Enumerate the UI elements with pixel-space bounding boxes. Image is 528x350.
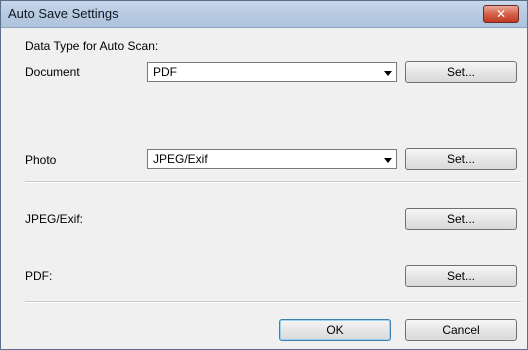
close-icon: ✕ bbox=[495, 7, 507, 21]
document-label: Document bbox=[25, 65, 80, 79]
pdf-label: PDF: bbox=[25, 269, 53, 283]
document-type-select[interactable]: PDF bbox=[147, 62, 397, 82]
title-bar[interactable]: Auto Save Settings ✕ bbox=[1, 1, 527, 28]
separator bbox=[25, 301, 521, 303]
pdf-set-button[interactable]: Set... bbox=[405, 265, 517, 287]
ok-button[interactable]: OK bbox=[279, 319, 391, 341]
dropdown-arrow-icon bbox=[384, 71, 392, 76]
photo-set-button[interactable]: Set... bbox=[405, 148, 517, 170]
document-type-value: PDF bbox=[153, 65, 177, 79]
document-set-button[interactable]: Set... bbox=[405, 61, 517, 83]
auto-save-settings-dialog: Auto Save Settings ✕ Data Type for Auto … bbox=[0, 0, 528, 350]
dialog-title: Auto Save Settings bbox=[8, 6, 119, 21]
photo-type-select[interactable]: JPEG/Exif bbox=[147, 149, 397, 169]
close-button[interactable]: ✕ bbox=[483, 5, 519, 23]
photo-type-value: JPEG/Exif bbox=[153, 152, 208, 166]
jpeg-exif-label: JPEG/Exif: bbox=[25, 212, 84, 226]
jpeg-exif-set-button[interactable]: Set... bbox=[405, 208, 517, 230]
photo-label: Photo bbox=[25, 153, 57, 167]
cancel-button[interactable]: Cancel bbox=[405, 319, 517, 341]
dropdown-arrow-icon bbox=[384, 158, 392, 163]
data-type-header: Data Type for Auto Scan: bbox=[25, 39, 159, 53]
separator bbox=[25, 181, 521, 183]
